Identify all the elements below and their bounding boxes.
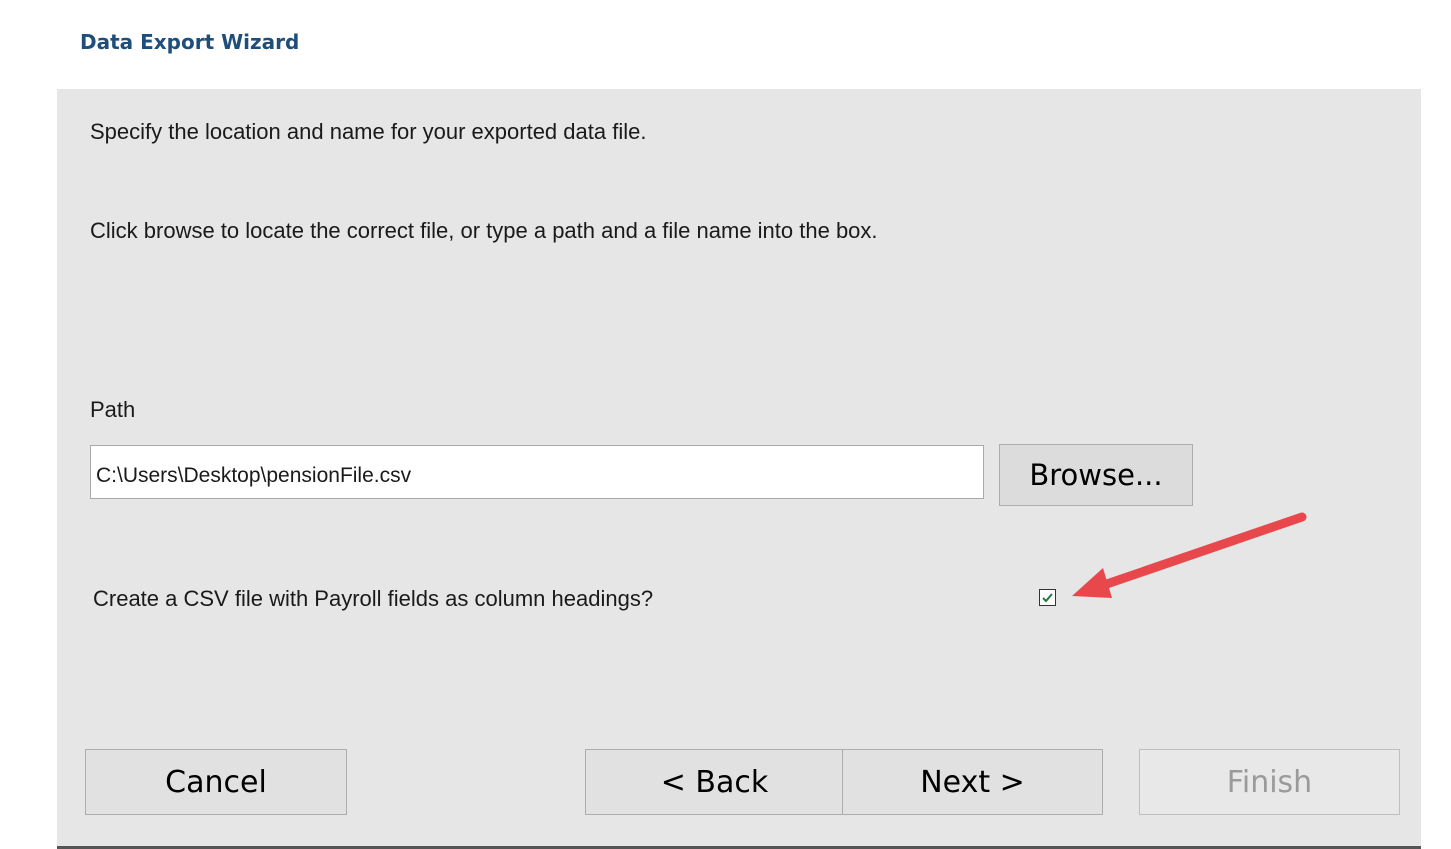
- cancel-button[interactable]: Cancel: [85, 749, 347, 815]
- wizard-title: Data Export Wizard: [80, 30, 300, 54]
- checkmark-icon: [1042, 593, 1053, 603]
- back-button[interactable]: < Back: [585, 749, 844, 815]
- csv-headings-checkbox[interactable]: [1039, 589, 1056, 606]
- finish-button: Finish: [1139, 749, 1400, 815]
- csv-headings-label: Create a CSV file with Payroll fields as…: [93, 586, 654, 611]
- instruction-browse: Click browse to locate the correct file,…: [90, 218, 878, 243]
- browse-button[interactable]: Browse...: [999, 444, 1193, 506]
- next-button[interactable]: Next >: [842, 749, 1103, 815]
- path-input[interactable]: [90, 445, 984, 499]
- instruction-location: Specify the location and name for your e…: [90, 119, 647, 144]
- path-label: Path: [90, 397, 136, 422]
